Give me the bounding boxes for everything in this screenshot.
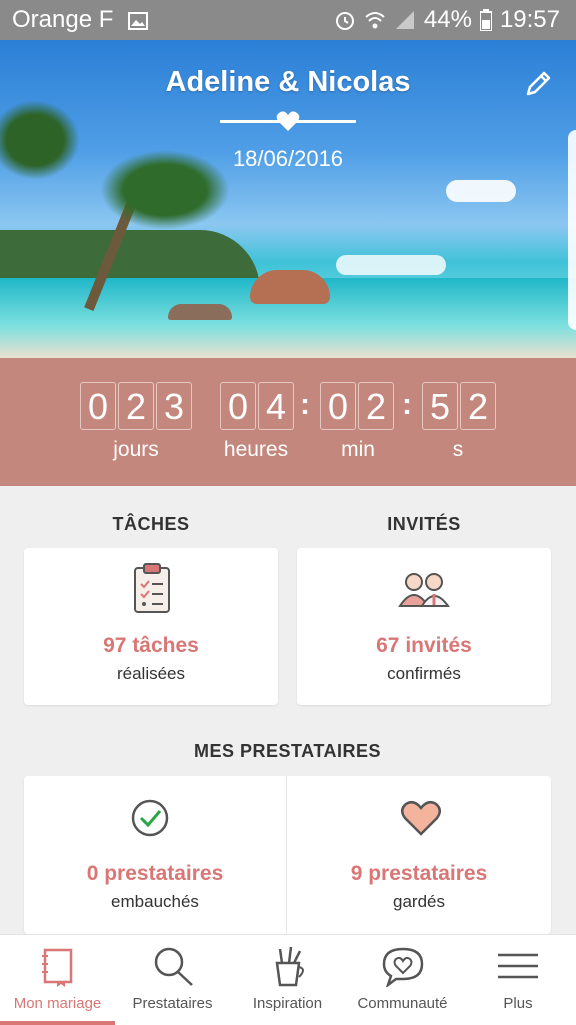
digit: 0 — [80, 382, 116, 430]
nav-mon-mariage[interactable]: Mon mariage — [0, 935, 115, 1025]
wifi-icon — [364, 9, 386, 31]
minutes-label: min — [341, 438, 375, 461]
wedding-date: 18/06/2016 — [232, 146, 344, 171]
hours-label: heures — [223, 438, 289, 461]
rock — [250, 270, 330, 304]
time-separator: : — [402, 388, 412, 421]
rock — [168, 304, 232, 320]
image-notification-icon — [128, 10, 148, 38]
time-separator: : — [300, 388, 310, 421]
tasks-card[interactable]: 97 tâches réalisées — [24, 548, 278, 705]
guests-sub: confirmés — [387, 664, 461, 683]
kept-vendors-sub: gardés — [393, 892, 445, 911]
vendors-title: MES PRESTATAIRES — [193, 741, 381, 761]
clipboard-checklist-icon — [132, 562, 172, 619]
kept-vendors-section[interactable]: 9 prestataires gardés — [287, 776, 551, 934]
tasks-title: TÂCHES — [112, 514, 190, 534]
signal-icon — [394, 9, 416, 31]
heart-icon — [276, 110, 300, 132]
digit: 0 — [320, 382, 356, 430]
guests-count: 67 invités — [376, 634, 472, 657]
couple-names: Adeline & Nicolas — [165, 66, 411, 98]
heart-icon — [401, 800, 441, 841]
nav-label: Prestataires — [132, 995, 213, 1012]
carrier-name: Orange F — [12, 6, 114, 33]
tasks-count: 97 tâches — [103, 634, 199, 657]
active-tab-indicator — [0, 1021, 115, 1025]
hired-vendors-sub: embauchés — [111, 892, 199, 911]
cloud — [446, 180, 516, 202]
bottom-navigation: Mon mariage Prestataires Inspiration Com… — [0, 934, 576, 1025]
menu-icon — [497, 945, 539, 987]
days-digits: 0 2 3 — [80, 382, 194, 430]
clock-time: 19:57 — [499, 6, 560, 33]
nav-plus[interactable]: Plus — [460, 935, 576, 1025]
cover-photo: Adeline & Nicolas 18/06/2016 — [0, 40, 576, 358]
vendors-card: 0 prestataires embauchés 9 prestataires … — [24, 776, 551, 934]
guests-card[interactable]: 67 invités confirmés — [297, 548, 551, 705]
seconds-digits: 5 2 — [422, 382, 498, 430]
chat-heart-icon — [382, 945, 424, 989]
nav-label: Mon mariage — [13, 995, 102, 1012]
nav-label: Communauté — [357, 995, 448, 1012]
nav-inspiration[interactable]: Inspiration — [230, 935, 345, 1025]
digit: 0 — [220, 382, 256, 430]
hired-vendors-count: 0 prestataires — [86, 862, 224, 885]
days-label: jours — [113, 438, 159, 461]
alarm-icon — [334, 9, 356, 31]
kept-vendors-count: 9 prestataires — [350, 862, 488, 885]
nav-prestataires[interactable]: Prestataires — [115, 935, 230, 1025]
cloud — [336, 255, 446, 275]
battery-icon — [478, 9, 493, 32]
notebook-icon — [37, 945, 79, 987]
guests-title: INVITÉS — [387, 514, 461, 534]
hired-vendors-section[interactable]: 0 prestataires embauchés — [24, 776, 286, 934]
nav-label: Plus — [503, 995, 533, 1012]
brush-cup-icon — [267, 945, 309, 987]
digit: 2 — [460, 382, 496, 430]
status-bar: Orange F 44% 19:57 — [0, 0, 576, 40]
digit: 3 — [156, 382, 192, 430]
check-circle-icon — [130, 798, 170, 843]
digit: 4 — [258, 382, 294, 430]
tasks-sub: réalisées — [116, 664, 186, 683]
hours-digits: 0 4 — [220, 382, 296, 430]
edit-pencil-icon[interactable] — [522, 68, 554, 100]
nav-label: Inspiration — [252, 995, 323, 1012]
nav-communaute[interactable]: Communauté — [345, 935, 460, 1025]
guests-couple-icon — [397, 570, 451, 613]
digit: 2 — [358, 382, 394, 430]
minutes-digits: 0 2 — [320, 382, 396, 430]
countdown-banner: 0 2 3 0 4 : 0 2 : 5 2 jours heures min s — [0, 358, 576, 486]
battery-percent: 44% — [423, 6, 472, 33]
seconds-label: s — [452, 438, 464, 461]
search-icon — [152, 945, 194, 987]
digit: 5 — [422, 382, 458, 430]
digit: 2 — [118, 382, 154, 430]
